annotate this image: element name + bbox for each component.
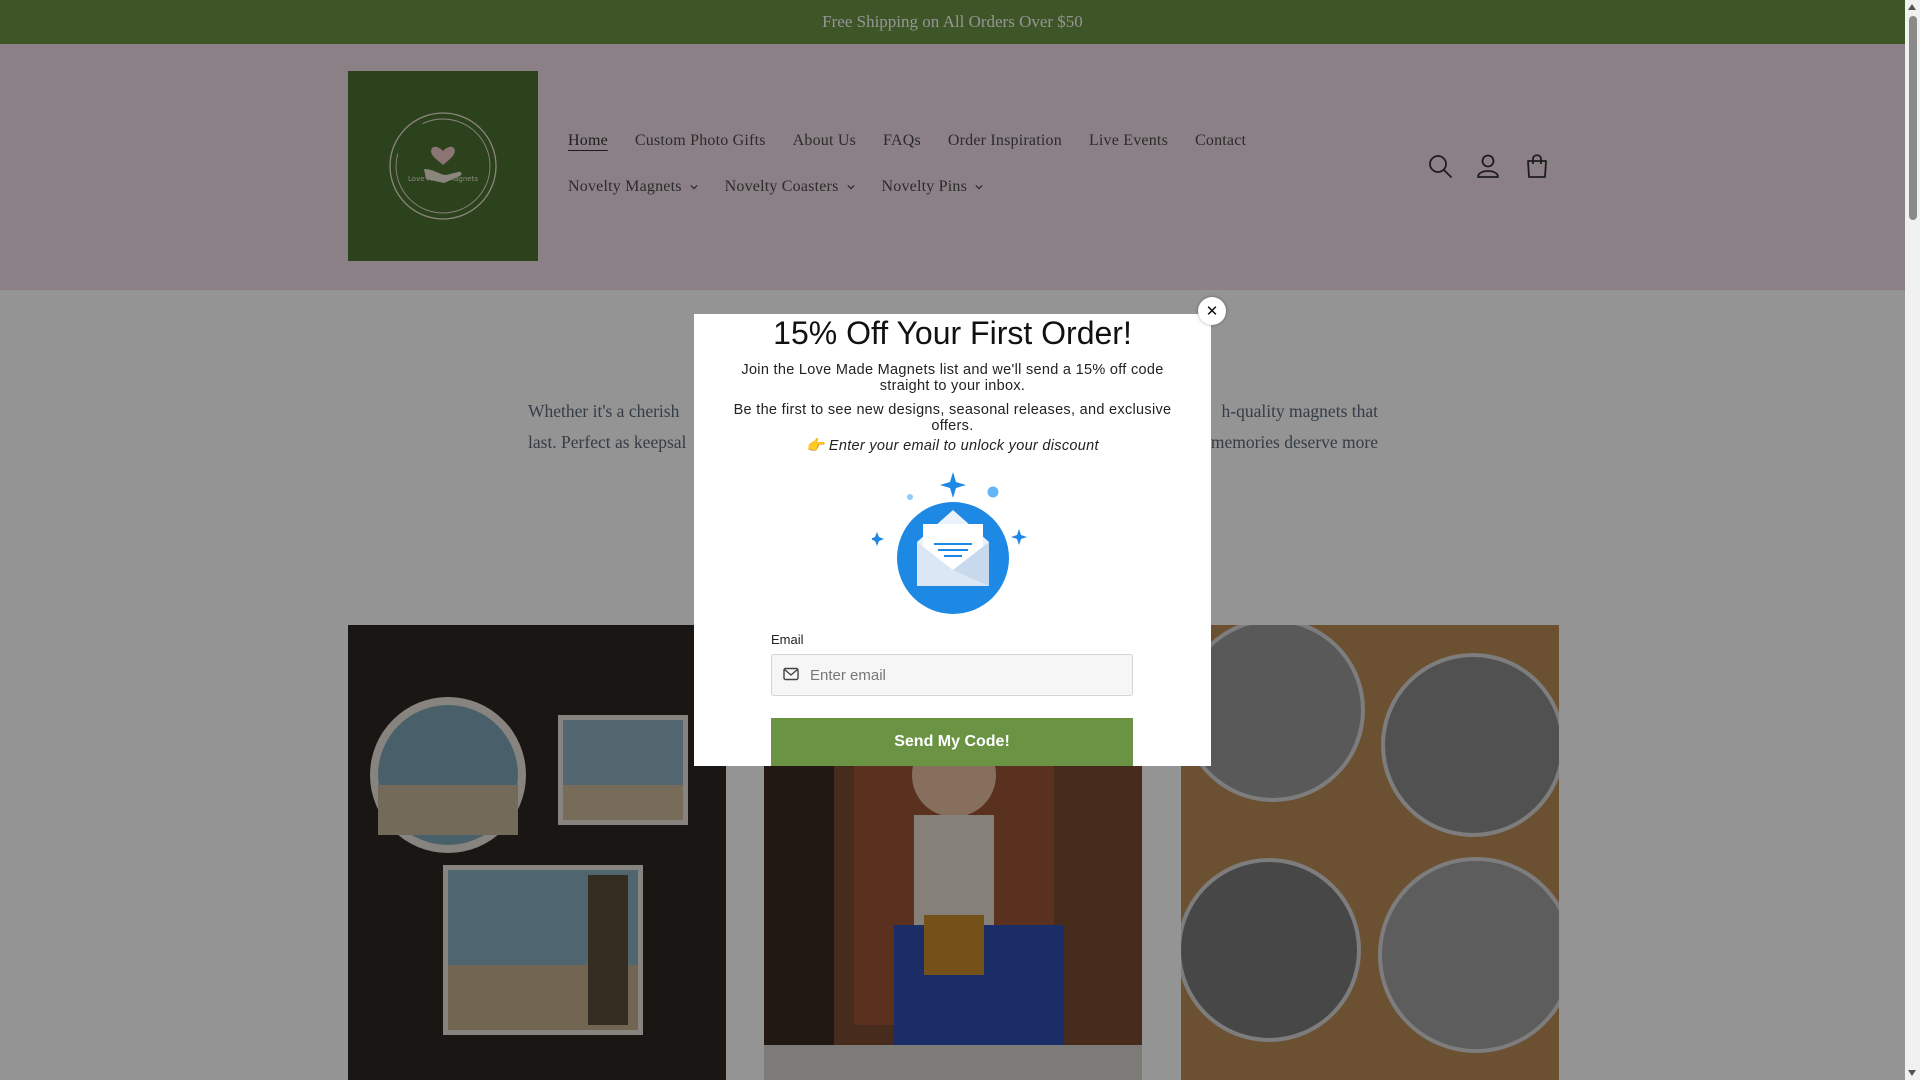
discount-popup: 15% Off Your First Order! Join the Love …	[694, 314, 1211, 766]
envelope-icon	[872, 472, 1027, 614]
page-scrollbar[interactable]	[1905, 0, 1920, 1080]
popup-title: 15% Off Your First Order!	[773, 315, 1132, 351]
email-label: Email	[771, 632, 804, 647]
scroll-down-arrow-icon[interactable]	[1908, 1070, 1916, 1076]
close-popup-button[interactable]: ✕	[1198, 297, 1226, 325]
close-icon: ✕	[1205, 302, 1219, 320]
email-input[interactable]	[810, 655, 1120, 695]
scrollbar-thumb[interactable]	[1909, 16, 1917, 220]
popup-text-join: Join the Love Made Magnets list and we'l…	[741, 362, 1164, 394]
send-code-button[interactable]: Send My Code!	[771, 718, 1133, 766]
mail-icon	[783, 667, 799, 681]
email-field-wrapper	[771, 654, 1133, 696]
scroll-up-arrow-icon[interactable]	[1908, 4, 1916, 10]
popup-text-cta: 👉 Enter your email to unlock your discou…	[806, 438, 1099, 454]
popup-text-offers: Be the first to see new designs, seasona…	[733, 402, 1172, 434]
